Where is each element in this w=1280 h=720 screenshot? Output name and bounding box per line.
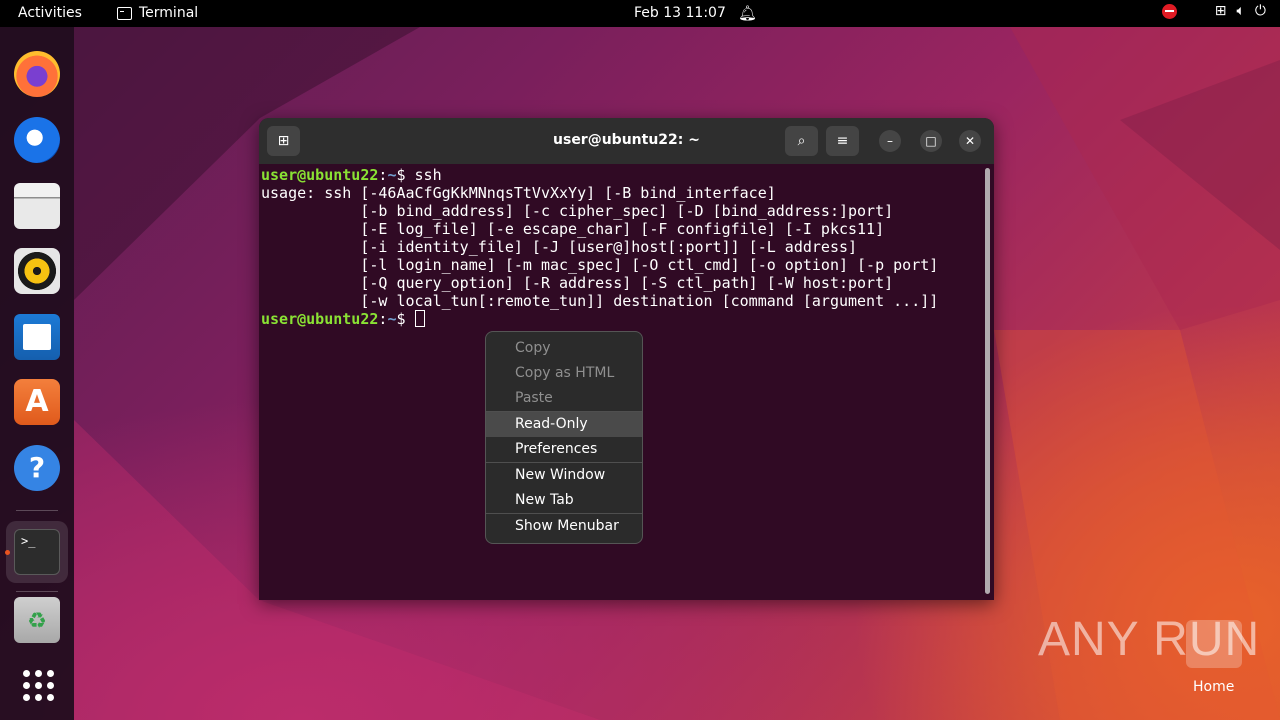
activities-button[interactable]: Activities bbox=[18, 5, 82, 21]
app-name: Terminal bbox=[139, 5, 199, 21]
terminal-line: [-Q query_option] [-R address] [-S ctl_p… bbox=[261, 274, 894, 292]
recording-icon[interactable] bbox=[1161, 3, 1177, 19]
system-tray[interactable]: ⊞ 🔈︎ ⏻ bbox=[1161, 3, 1266, 19]
header-bar: ⊞ user@ubuntu22: ~ ⌕ ≡ – □ ✕ bbox=[259, 118, 994, 164]
show-applications-icon[interactable] bbox=[14, 661, 60, 707]
terminal-line: user@ubuntu22:~$ ssh bbox=[261, 166, 979, 184]
minimize-button[interactable]: – bbox=[879, 130, 901, 152]
clock[interactable]: Feb 13 11:07 bbox=[634, 5, 726, 21]
dock: A ? >_ ♻ bbox=[0, 27, 74, 720]
menu-item-show-menubar[interactable]: Show Menubar bbox=[486, 514, 642, 539]
software-icon[interactable]: A bbox=[14, 379, 60, 425]
terminal-line: [-w local_tun[:remote_tun]] destination … bbox=[261, 292, 939, 310]
terminal-line: [-E log_file] [-e escape_char] [-F confi… bbox=[261, 220, 885, 238]
hamburger-icon: ≡ bbox=[836, 133, 849, 149]
prompt-user: user@ubuntu22 bbox=[261, 310, 379, 328]
menu-button[interactable]: ≡ bbox=[826, 126, 859, 156]
network-icon[interactable]: ⊞ bbox=[1215, 3, 1227, 19]
search-button[interactable]: ⌕ bbox=[785, 126, 818, 156]
context-menu: Copy Copy as HTML Paste Read-Only Prefer… bbox=[485, 331, 643, 544]
help-icon[interactable]: ? bbox=[14, 445, 60, 491]
terminal-line: [-i identity_file] [-J [user@]host[:port… bbox=[261, 238, 858, 256]
maximize-icon: □ bbox=[925, 134, 937, 148]
menu-item-new-window[interactable]: New Window bbox=[486, 463, 642, 488]
close-button[interactable]: ✕ bbox=[959, 130, 981, 152]
menu-item-copy[interactable]: Copy bbox=[486, 336, 642, 361]
scrollbar[interactable] bbox=[985, 168, 990, 594]
top-bar: Activities Terminal Feb 13 11:07 🔔︎ ⊞ 🔈︎… bbox=[0, 0, 1280, 27]
menu-item-copy-as-html[interactable]: Copy as HTML bbox=[486, 361, 642, 386]
text-cursor bbox=[414, 310, 425, 327]
minimize-icon: – bbox=[887, 134, 893, 148]
terminal-icon bbox=[117, 6, 132, 20]
prompt-user: user@ubuntu22 bbox=[261, 166, 379, 184]
command-text: $ ssh bbox=[396, 166, 442, 184]
app-menu[interactable]: Terminal bbox=[117, 5, 198, 21]
terminal-line: [-b bind_address] [-c cipher_spec] [-D [… bbox=[261, 202, 894, 220]
power-icon[interactable]: ⏻ bbox=[1255, 3, 1266, 19]
dock-separator bbox=[16, 591, 58, 592]
rhythmbox-icon[interactable] bbox=[14, 248, 60, 294]
search-icon: ⌕ bbox=[797, 133, 806, 149]
maximize-button[interactable]: □ bbox=[920, 130, 942, 152]
firefox-icon[interactable] bbox=[14, 51, 60, 97]
home-folder-label[interactable]: Home bbox=[1193, 679, 1234, 695]
trash-icon[interactable]: ♻ bbox=[14, 597, 60, 643]
close-icon: ✕ bbox=[964, 134, 976, 148]
terminal-dock-icon[interactable]: >_ bbox=[14, 529, 60, 575]
watermark: ANY RUN bbox=[1038, 613, 1261, 666]
bell-icon[interactable]: 🔔︎ bbox=[738, 4, 757, 22]
writer-icon[interactable] bbox=[14, 314, 60, 360]
thunderbird-icon[interactable] bbox=[14, 117, 60, 163]
volume-icon[interactable]: 🔈︎ bbox=[1237, 3, 1245, 19]
menu-item-preferences[interactable]: Preferences bbox=[486, 437, 642, 462]
dock-separator bbox=[16, 510, 58, 511]
terminal-line: [-l login_name] [-m mac_spec] [-O ctl_cm… bbox=[261, 256, 939, 274]
menu-item-read-only[interactable]: Read-Only bbox=[486, 412, 642, 437]
command-text: $ bbox=[396, 310, 415, 328]
terminal-line: usage: ssh [-46AaCfGgKkMNnqsTtVvXxYy] [-… bbox=[261, 184, 776, 202]
files-icon[interactable] bbox=[14, 183, 60, 229]
running-indicator bbox=[5, 550, 10, 555]
menu-item-new-tab[interactable]: New Tab bbox=[486, 488, 642, 513]
menu-item-paste[interactable]: Paste bbox=[486, 386, 642, 411]
terminal-line: user@ubuntu22:~$ bbox=[261, 310, 979, 328]
